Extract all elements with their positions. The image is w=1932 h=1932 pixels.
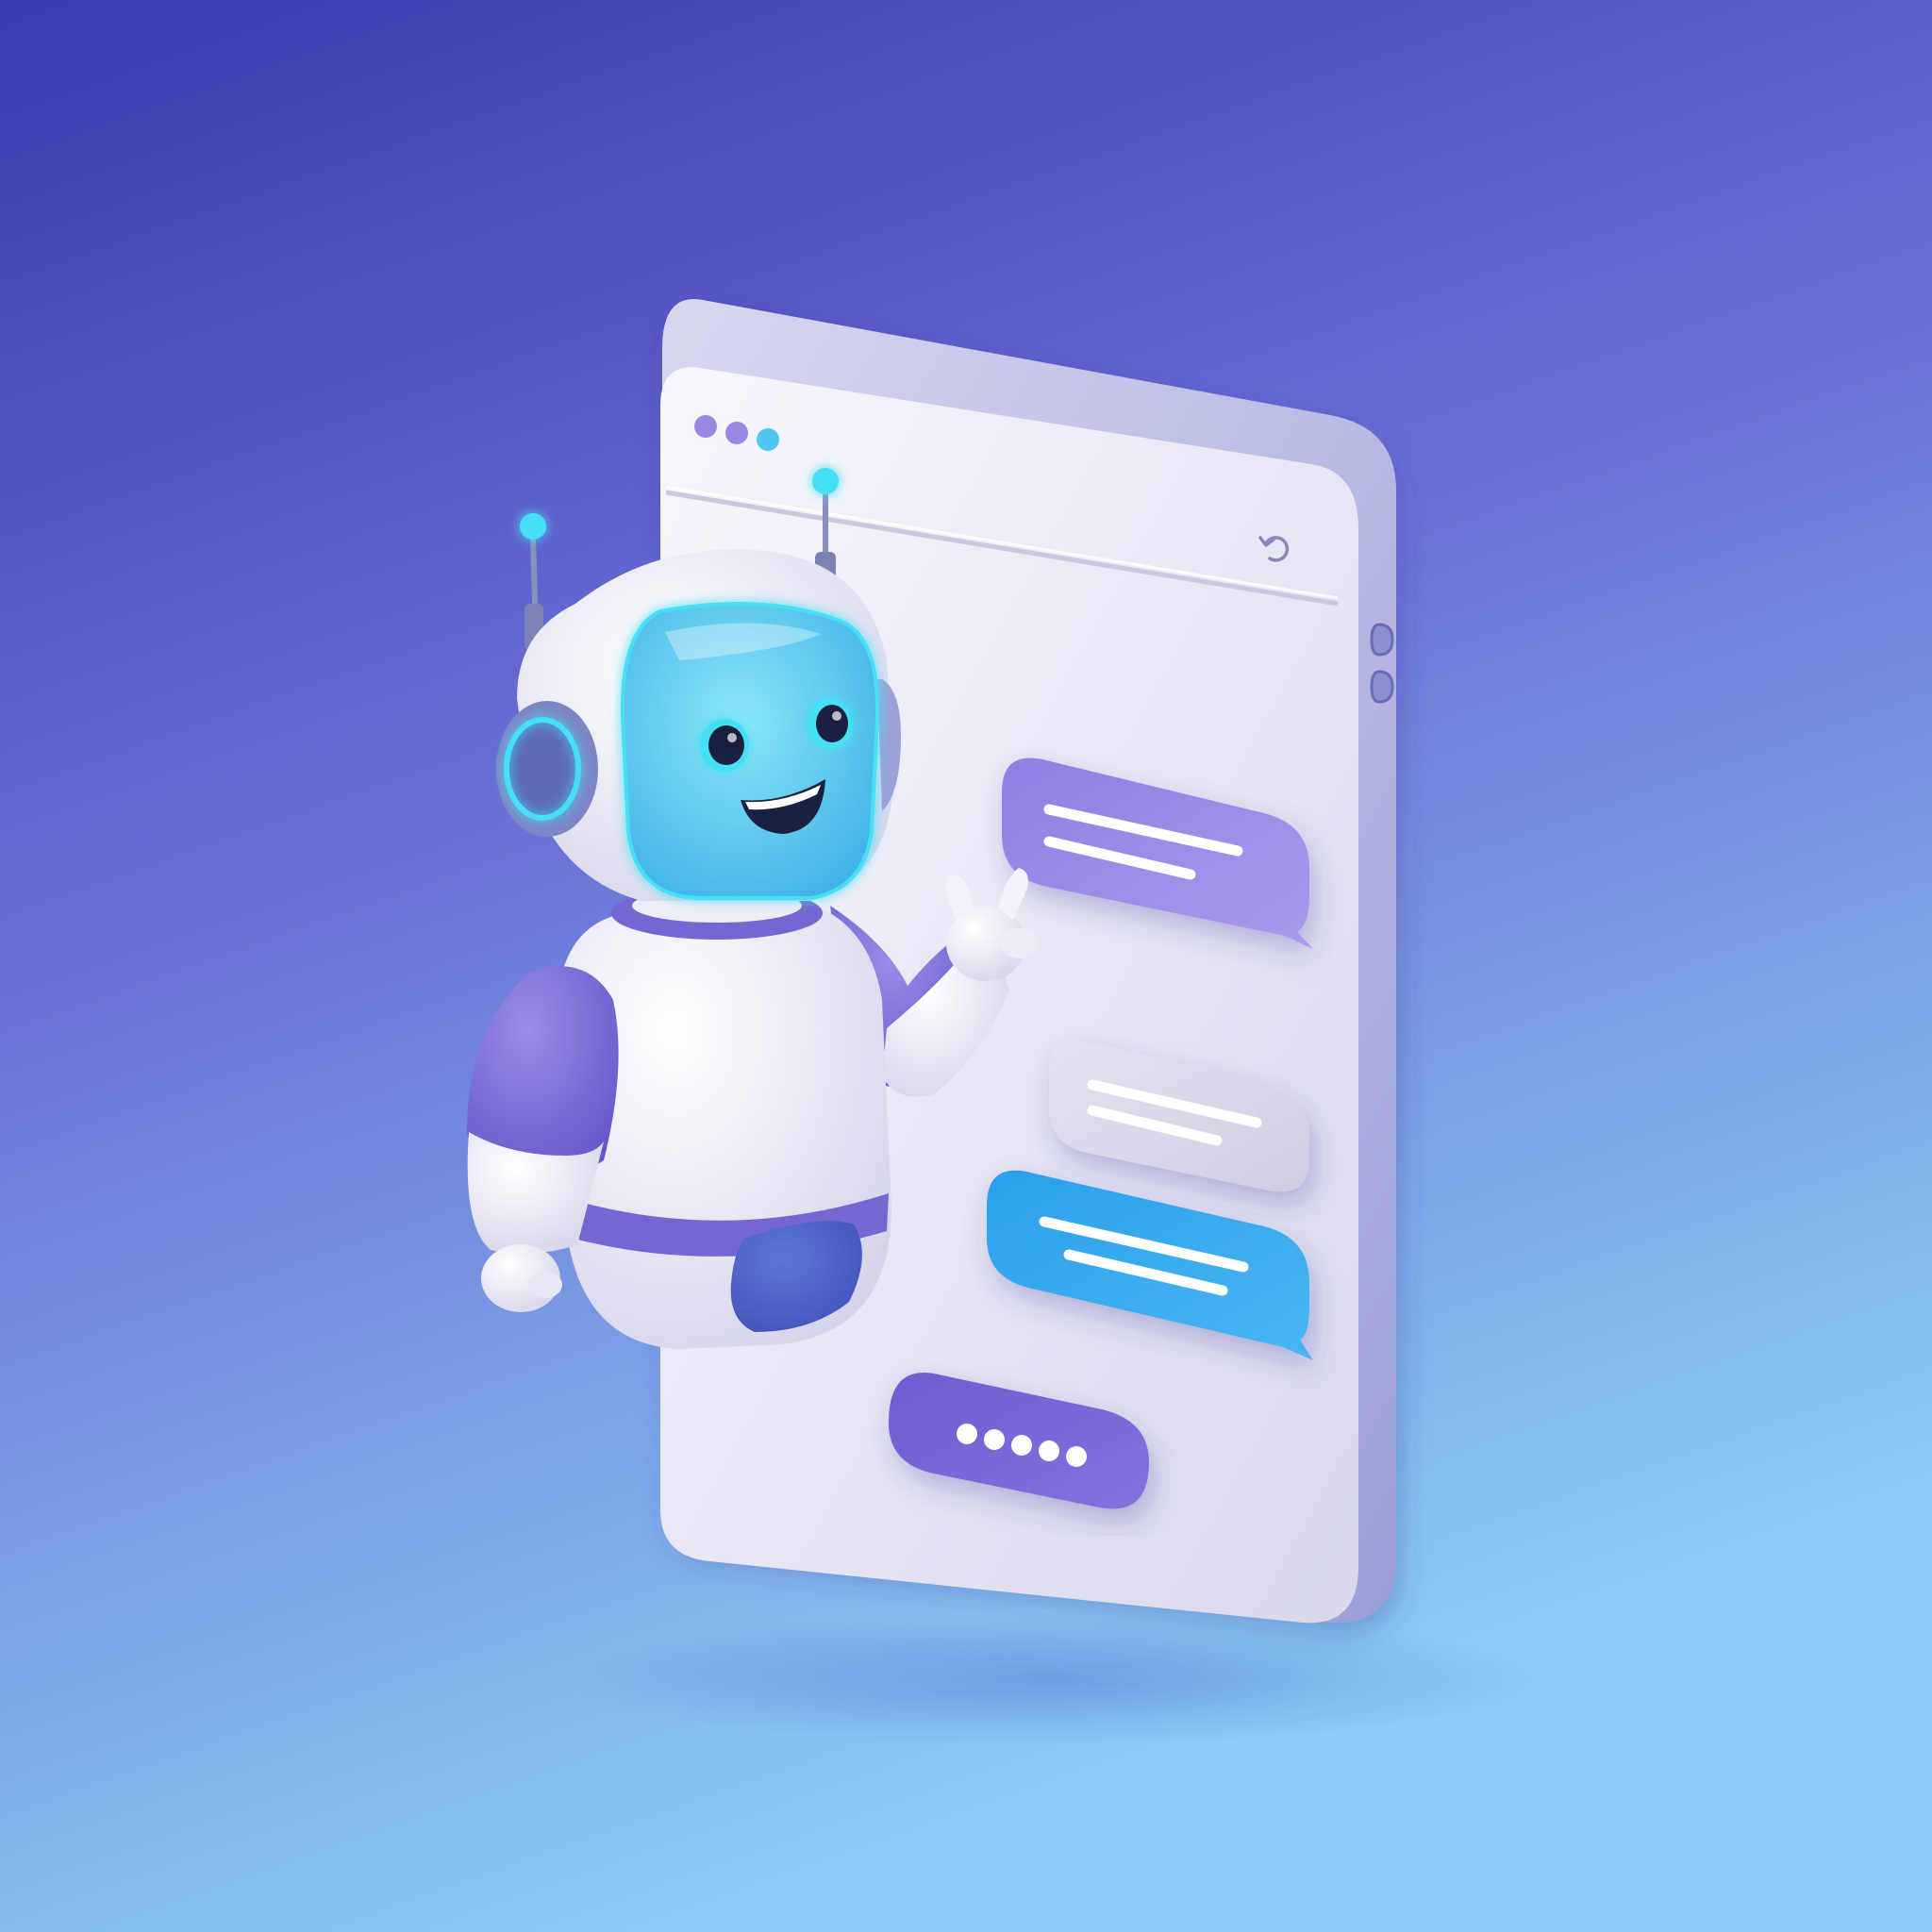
dot-purple[interactable] xyxy=(694,415,717,438)
scene xyxy=(0,0,1932,1932)
typing-dot xyxy=(957,1424,977,1444)
antenna-light xyxy=(812,468,839,494)
robot-eye-right xyxy=(808,699,853,748)
typing-dot xyxy=(1011,1435,1032,1456)
illustration xyxy=(0,0,1932,1932)
antenna-light xyxy=(520,513,546,540)
dot-cyan[interactable] xyxy=(757,428,779,451)
robot-visor xyxy=(620,602,880,900)
side-button[interactable] xyxy=(1370,623,1394,657)
robot-eye-left xyxy=(700,719,749,772)
typing-dot xyxy=(1039,1441,1059,1461)
robot-ear-left xyxy=(496,701,598,837)
ground-shadow xyxy=(566,1613,1547,1745)
typing-dot xyxy=(1066,1446,1087,1467)
side-button[interactable] xyxy=(1370,670,1394,704)
dot-purple[interactable] xyxy=(725,422,748,444)
typing-dot xyxy=(984,1429,1005,1450)
